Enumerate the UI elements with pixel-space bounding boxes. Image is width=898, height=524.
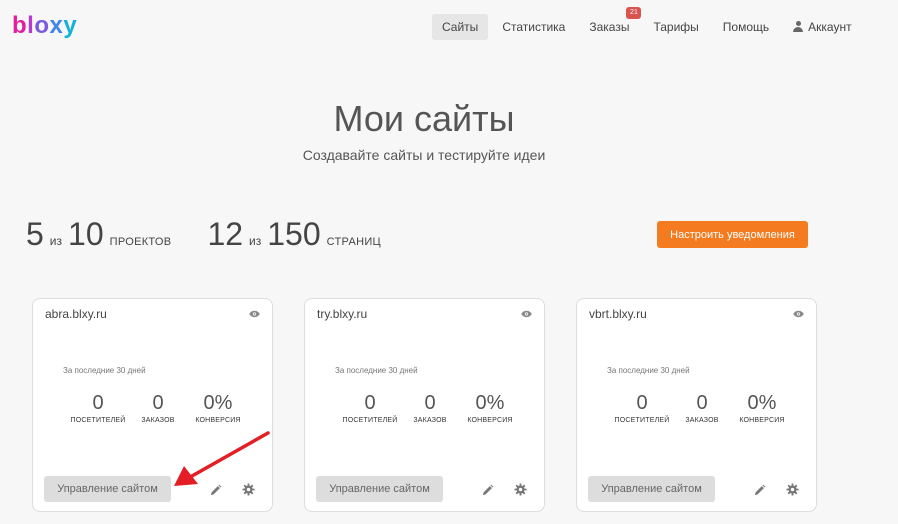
conversion-label: КОНВЕРСИЯ	[467, 417, 513, 424]
period-label: За последние 30 дней	[63, 366, 146, 375]
period-label: За последние 30 дней	[335, 366, 418, 375]
site-metrics: 0 ПОСЕТИТЕЛЕЙ 0 ЗАКАЗОВ 0% КОНВЕРСИЯ	[335, 391, 515, 431]
nav-item-help[interactable]: Помощь	[713, 14, 779, 40]
projects-unit: ПРОЕКТОВ	[109, 236, 172, 248]
manage-site-button[interactable]: Управление сайтом	[588, 476, 715, 502]
eye-icon[interactable]	[249, 310, 260, 318]
nav-item-statistics[interactable]: Статистика	[492, 14, 575, 40]
nav-item-tariffs[interactable]: Тарифы	[643, 14, 708, 40]
nav-item-label: Заказы	[589, 20, 630, 34]
page-title: Мои сайты	[333, 98, 515, 139]
nav-item-account[interactable]: Аккаунт	[783, 14, 861, 40]
pages-stat: 12 из 150 СТРАНИЦ	[207, 216, 381, 253]
conversion-value: 0%	[203, 392, 233, 414]
site-domain[interactable]: abra.blxy.ru	[45, 307, 107, 321]
of-label: из	[49, 234, 63, 248]
pages-total: 150	[267, 216, 321, 252]
pages-used: 12	[207, 216, 244, 252]
page-subtitle: Создавайте сайты и тестируйте идеи	[302, 147, 546, 163]
usage-stats: 5 из 10 ПРОЕКТОВ 12 из 150 СТРАНИЦ	[26, 216, 417, 253]
gear-icon[interactable]	[786, 483, 799, 496]
pencil-icon[interactable]	[753, 484, 766, 497]
pencil-icon[interactable]	[481, 484, 494, 497]
site-card: vbrt.blxy.ru За последние 30 дней 0 ПОСЕ…	[576, 298, 817, 512]
nav-item-orders[interactable]: Заказы 21	[579, 7, 642, 40]
nav-item-label: Аккаунт	[808, 20, 852, 34]
projects-total: 10	[68, 216, 104, 252]
manage-site-button[interactable]: Управление сайтом	[316, 476, 443, 502]
configure-notifications-button[interactable]: Настроить уведомления	[657, 221, 808, 248]
gear-icon[interactable]	[514, 483, 527, 496]
site-card: try.blxy.ru За последние 30 дней 0 ПОСЕТ…	[304, 298, 545, 512]
logo-letter: b	[12, 12, 28, 39]
projects-used: 5	[26, 216, 44, 252]
of-label: из	[249, 234, 262, 248]
conversion-metric: 0% КОНВЕРСИЯ	[727, 391, 797, 424]
projects-stat: 5 из 10 ПРОЕКТОВ	[26, 216, 171, 253]
main-nav: Сайты Статистика Заказы 21 Тарифы Помощь…	[432, 7, 866, 40]
user-icon	[793, 21, 804, 32]
logo-letter: y	[63, 12, 78, 39]
site-metrics: 0 ПОСЕТИТЕЛЕЙ 0 ЗАКАЗОВ 0% КОНВЕРСИЯ	[63, 391, 243, 431]
site-metrics: 0 ПОСЕТИТЕЛЕЙ 0 ЗАКАЗОВ 0% КОНВЕРСИЯ	[607, 391, 787, 431]
conversion-value: 0%	[475, 392, 505, 414]
conversion-label: КОНВЕРСИЯ	[195, 417, 241, 424]
bloxy-logo[interactable]: bloxy	[12, 12, 77, 40]
eye-icon[interactable]	[793, 310, 804, 318]
period-label: За последние 30 дней	[607, 366, 690, 375]
logo-letter: o	[34, 12, 50, 39]
logo-letter: x	[49, 12, 64, 39]
nav-item-label: Тарифы	[653, 20, 699, 34]
pages-unit: СТРАНИЦ	[326, 236, 381, 248]
site-domain[interactable]: vbrt.blxy.ru	[589, 307, 647, 321]
nav-item-label: Сайты	[442, 20, 479, 34]
nav-item-label: Помощь	[722, 20, 770, 34]
conversion-metric: 0% КОНВЕРСИЯ	[455, 391, 525, 424]
nav-item-sites[interactable]: Сайты	[432, 14, 489, 40]
conversion-metric: 0% КОНВЕРСИЯ	[183, 391, 253, 424]
manage-site-button[interactable]: Управление сайтом	[44, 476, 171, 502]
conversion-value: 0%	[747, 392, 777, 414]
nav-item-label: Статистика	[502, 20, 566, 34]
site-domain[interactable]: try.blxy.ru	[317, 307, 367, 321]
annotation-arrow-icon	[174, 431, 270, 486]
eye-icon[interactable]	[521, 310, 532, 318]
orders-count-badge: 21	[626, 7, 642, 19]
conversion-label: КОНВЕРСИЯ	[739, 417, 785, 424]
